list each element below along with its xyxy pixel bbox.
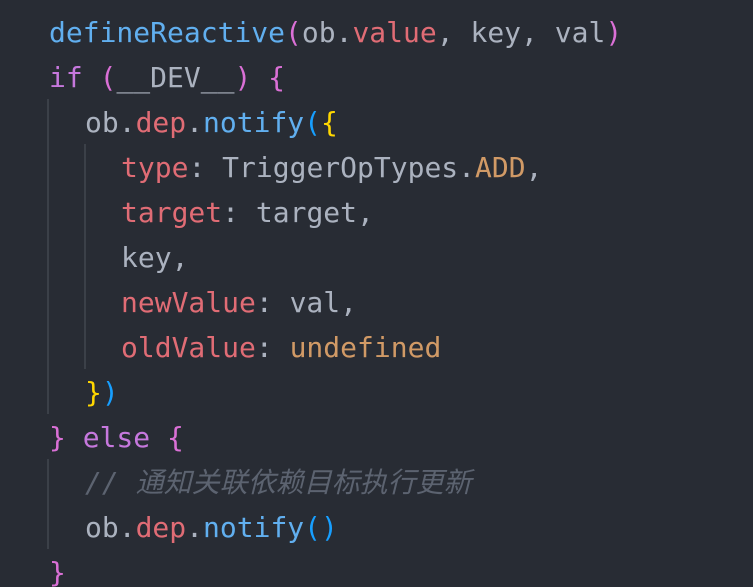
code-token-property: type bbox=[121, 151, 189, 184]
code-token-comment: // 通知关联依赖目标执行更新 bbox=[85, 466, 472, 499]
code-token-bracket-blue: () bbox=[304, 511, 338, 544]
code-line[interactable]: oldValue: undefined bbox=[121, 325, 441, 370]
code-line[interactable]: type: TriggerOpTypes.ADD, bbox=[121, 145, 542, 190]
code-token-function: notify bbox=[203, 106, 305, 139]
code-token-plain: : target, bbox=[222, 196, 374, 229]
code-token-property: target bbox=[121, 196, 223, 229]
code-token-bracket-blue: ) bbox=[101, 376, 119, 409]
code-token-plain: . bbox=[186, 106, 204, 139]
code-token-bracket-blue: ( bbox=[304, 106, 322, 139]
code-token-plain: ob. bbox=[301, 16, 353, 49]
code-token-plain: ob. bbox=[85, 511, 136, 544]
indent-guide-level-1 bbox=[47, 459, 49, 549]
code-token-bracket-yellow: { bbox=[321, 106, 338, 139]
indent-guide-level-2 bbox=[84, 144, 86, 369]
code-line[interactable]: // 通知关联依赖目标执行更新 bbox=[85, 460, 472, 505]
indent-guide-level-1 bbox=[47, 99, 49, 414]
code-token-bracket-pink: ) bbox=[234, 61, 252, 94]
code-token-plain: : bbox=[255, 331, 290, 364]
code-token-bracket-pink: } bbox=[49, 421, 66, 454]
code-line[interactable]: if (__DEV__) { bbox=[49, 55, 285, 100]
code-token-property: value bbox=[352, 16, 437, 49]
code-token-constant: undefined bbox=[289, 331, 442, 364]
code-line[interactable]: }) bbox=[85, 370, 119, 415]
code-token-keyword: if bbox=[49, 61, 83, 94]
code-token-property: oldValue bbox=[121, 331, 256, 364]
code-token-bracket-pink: ) bbox=[605, 16, 623, 49]
code-line[interactable]: } bbox=[49, 550, 66, 587]
code-token-property: dep bbox=[135, 106, 187, 139]
code-token-plain: . bbox=[186, 511, 204, 544]
code-editor[interactable]: defineReactive(ob.value, key, val) if (__… bbox=[0, 0, 753, 587]
code-token-plain: key, bbox=[121, 241, 189, 274]
code-token-plain: __DEV__ bbox=[116, 61, 235, 94]
code-token-plain: : TriggerOpTypes. bbox=[188, 151, 476, 184]
code-token-plain: , bbox=[525, 151, 543, 184]
code-token-bracket-yellow: } bbox=[85, 376, 102, 409]
code-token-plain: , key, val bbox=[436, 16, 606, 49]
code-line[interactable]: ob.dep.notify() bbox=[85, 505, 338, 550]
code-token-keyword: else bbox=[82, 421, 151, 454]
code-token-bracket-pink: ( bbox=[285, 16, 302, 49]
code-token-constant: ADD bbox=[475, 151, 526, 184]
code-line[interactable]: ob.dep.notify({ bbox=[85, 100, 338, 145]
code-line[interactable]: newValue: val, bbox=[121, 280, 357, 325]
code-token-bracket-pink: } bbox=[49, 556, 66, 587]
code-token-bracket-pink: ( bbox=[99, 61, 117, 94]
code-token-bracket-pink: { bbox=[268, 61, 286, 94]
code-token-function: notify bbox=[203, 511, 305, 544]
code-token-plain: ob. bbox=[85, 106, 136, 139]
code-token-function: defineReactive bbox=[49, 16, 286, 49]
code-token-property: newValue bbox=[121, 286, 256, 319]
code-line[interactable]: } else { bbox=[49, 415, 184, 460]
code-line[interactable]: defineReactive(ob.value, key, val) bbox=[49, 10, 622, 55]
code-line[interactable]: target: target, bbox=[121, 190, 374, 235]
code-line[interactable]: key, bbox=[121, 235, 188, 280]
code-token-plain: : val, bbox=[255, 286, 358, 319]
code-token-property: dep bbox=[135, 511, 187, 544]
code-token-bracket-pink: { bbox=[167, 421, 184, 454]
